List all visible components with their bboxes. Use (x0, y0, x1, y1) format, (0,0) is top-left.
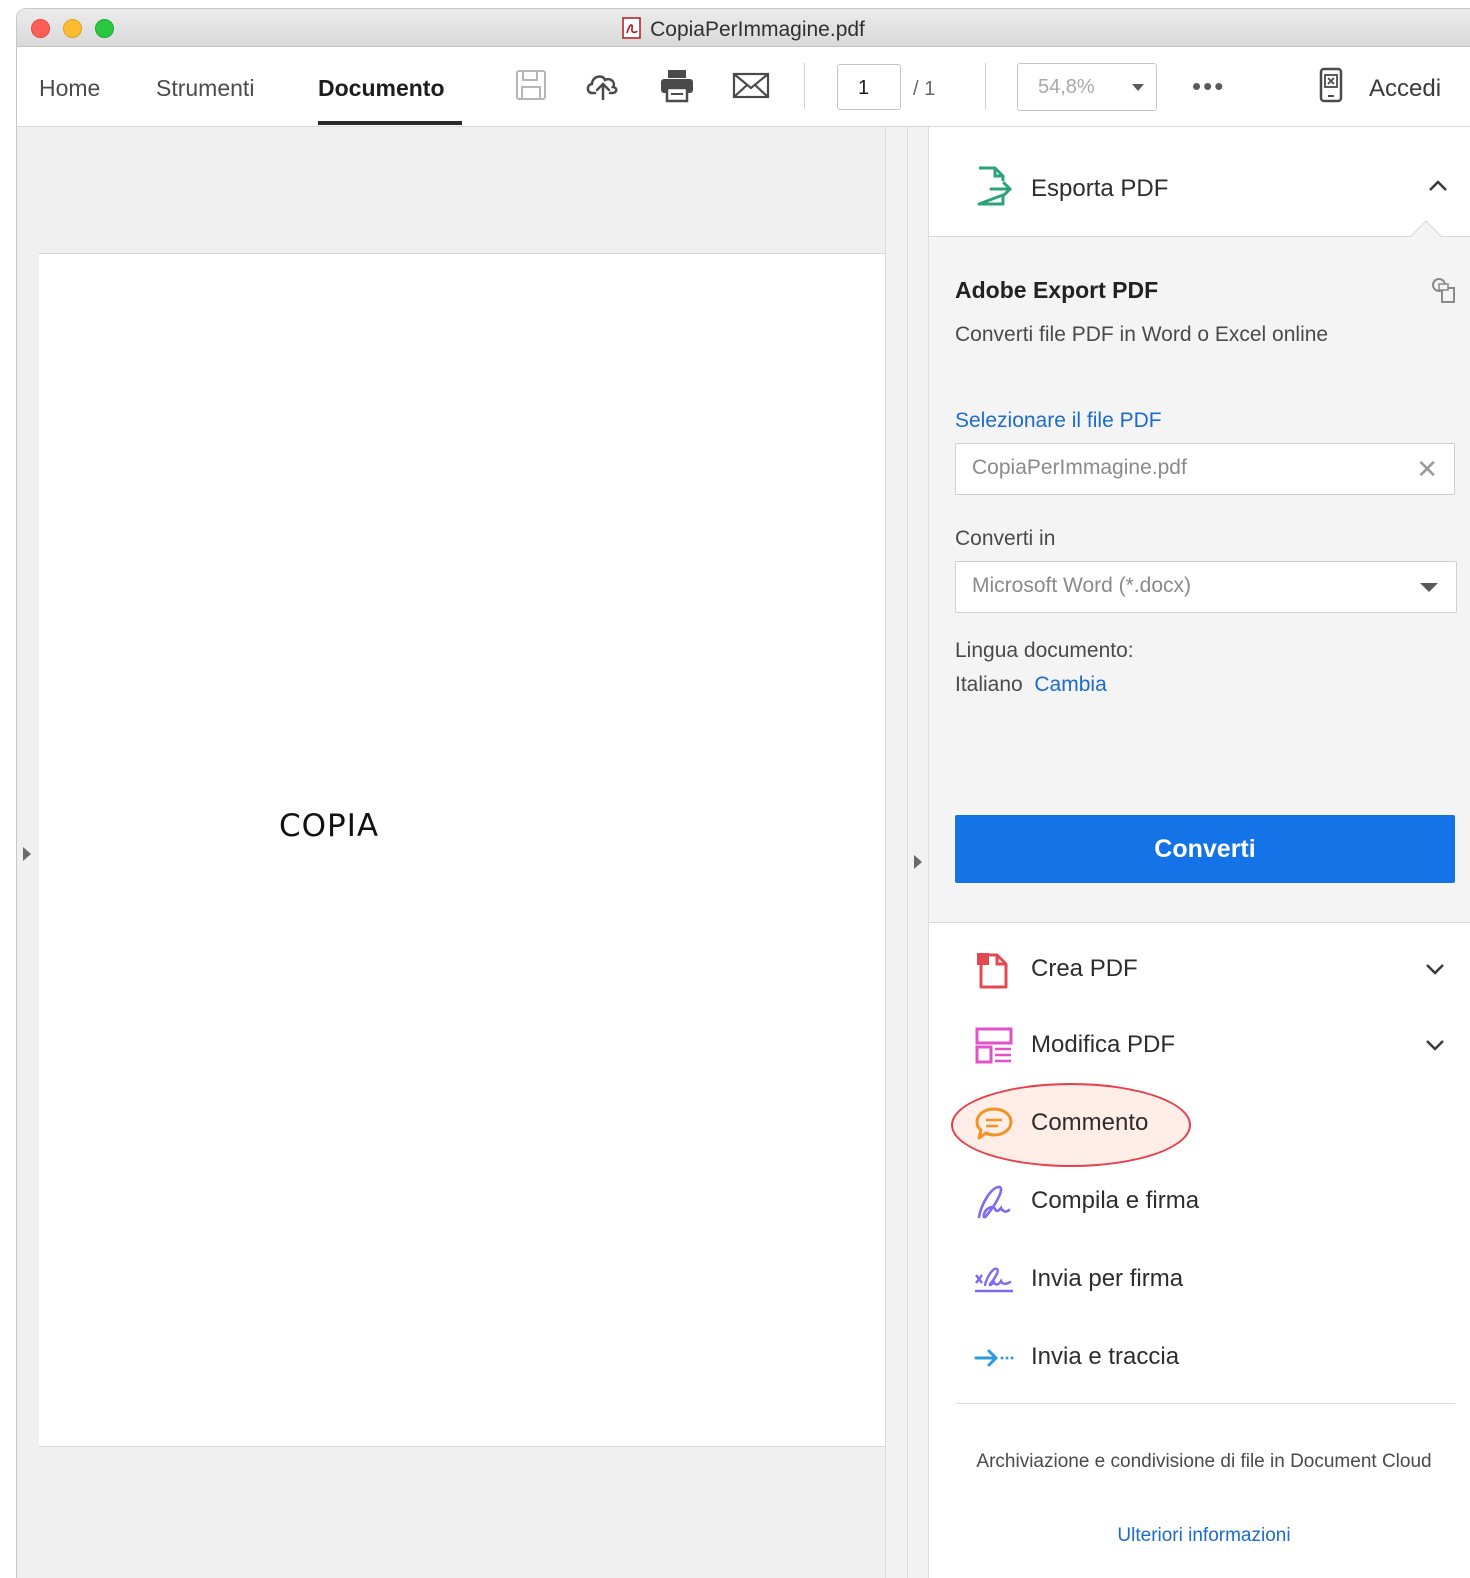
tab-tools[interactable]: Strumenti (156, 75, 254, 102)
tool-label: Invia per firma (1031, 1265, 1184, 1292)
window-title-text: CopiaPerImmagine.pdf (650, 18, 865, 41)
page-number-input[interactable]: 1 (837, 64, 901, 110)
export-pdf-body: Adobe Export PDF Converti file PDF in Wo… (929, 237, 1470, 923)
convert-button[interactable]: Converti (955, 815, 1455, 883)
selected-file-name: CopiaPerImmagine.pdf (972, 456, 1187, 479)
export-pdf-header[interactable]: Esporta PDF (929, 127, 1470, 237)
title-bar: CopiaPerImmagine.pdf (17, 9, 1470, 47)
tool-label: Invia e traccia (1031, 1343, 1180, 1370)
page-total: / 1 (913, 78, 936, 100)
tool-label: Commento (1031, 1109, 1149, 1136)
toolbar-separator (985, 63, 986, 109)
main-toolbar: Home Strumenti Documento 1 / 1 54,8% •••… (17, 47, 1470, 127)
toolbar-separator (804, 63, 805, 109)
tool-label: Compila e firma (1031, 1187, 1200, 1214)
fill-sign-icon (977, 1185, 1011, 1219)
mobile-link-icon[interactable] (1311, 65, 1351, 105)
convert-format-value: Microsoft Word (*.docx) (972, 574, 1191, 597)
tab-document[interactable]: Documento (318, 75, 445, 102)
adobe-export-subtitle: Converti file PDF in Word o Excel online (955, 323, 1329, 346)
chevron-up-icon[interactable] (1427, 177, 1449, 193)
collapse-panel-icon[interactable] (914, 855, 922, 869)
language-label: Lingua documento: (955, 639, 1134, 662)
tool-fill-sign[interactable]: Compila e firma (929, 1167, 1470, 1237)
cloud-files-icon (1432, 278, 1455, 303)
panel-splitter[interactable] (885, 127, 929, 1578)
left-pane-toggle-icon[interactable] (23, 847, 31, 861)
edit-pdf-icon (975, 1027, 1013, 1064)
window-title: CopiaPerImmagine.pdf (17, 17, 1470, 42)
upload-cloud-icon[interactable] (583, 65, 623, 105)
selected-file-field[interactable]: CopiaPerImmagine.pdf ✕ (955, 443, 1455, 495)
page-text: COPIA (279, 808, 380, 844)
pdf-file-icon (622, 17, 641, 39)
tool-send-signature[interactable]: Invia per firma (929, 1245, 1470, 1315)
chevron-down-icon (1420, 583, 1438, 592)
convert-format-select[interactable]: Microsoft Word (*.docx) (955, 561, 1457, 613)
tool-send-track[interactable]: Invia e traccia (929, 1323, 1470, 1393)
mail-icon[interactable] (731, 65, 771, 105)
adobe-export-title: Adobe Export PDF (955, 277, 1159, 303)
chevron-down-icon[interactable] (1423, 957, 1447, 981)
document-cloud-text: Archiviazione e condivisione di file in … (976, 1451, 1432, 1472)
signin-button[interactable]: Accedi (1369, 75, 1441, 103)
convert-to-label: Converti in (955, 527, 1056, 550)
tool-edit-pdf[interactable]: Modifica PDF (929, 1011, 1470, 1081)
tool-label: Modifica PDF (1031, 1031, 1176, 1058)
language-row: Italiano Cambia (955, 673, 1107, 697)
more-info-link[interactable]: Ulteriori informazioni (969, 1525, 1439, 1547)
more-options-button[interactable]: ••• (1192, 71, 1225, 102)
export-pdf-icon (977, 166, 1013, 206)
print-icon[interactable] (657, 65, 697, 105)
create-pdf-icon (977, 953, 1008, 989)
active-tab-indicator (318, 121, 462, 125)
save-icon[interactable] (511, 65, 551, 105)
language-value: Italiano (955, 673, 1023, 696)
comment-icon (975, 1107, 1013, 1140)
chevron-down-icon[interactable] (1423, 1033, 1447, 1057)
app-window: CopiaPerImmagine.pdf Home Strumenti Docu… (16, 8, 1470, 1578)
tool-comment[interactable]: Commento (929, 1089, 1470, 1159)
tool-create-pdf[interactable]: Crea PDF (929, 935, 1470, 1005)
send-track-icon (974, 1349, 1014, 1367)
document-viewport[interactable]: COPIA (17, 127, 885, 1578)
document-page: COPIA (39, 253, 885, 1447)
tools-pane: Esporta PDF Adobe Export PDF Converti fi… (929, 127, 1470, 1578)
tab-home[interactable]: Home (39, 75, 100, 102)
zoom-value: 54,8% (1038, 76, 1095, 98)
select-file-link[interactable]: Selezionare il file PDF (955, 409, 1162, 433)
zoom-select[interactable]: 54,8% (1017, 63, 1157, 111)
change-language-link[interactable]: Cambia (1034, 673, 1106, 696)
export-pdf-title: Esporta PDF (1031, 175, 1169, 202)
tool-label: Crea PDF (1031, 955, 1138, 982)
footer-divider (955, 1403, 1455, 1404)
chevron-down-icon (1132, 84, 1144, 91)
send-signature-icon (975, 1267, 1013, 1293)
splitter-divider (907, 127, 908, 1578)
clear-file-icon[interactable]: ✕ (1416, 454, 1438, 485)
